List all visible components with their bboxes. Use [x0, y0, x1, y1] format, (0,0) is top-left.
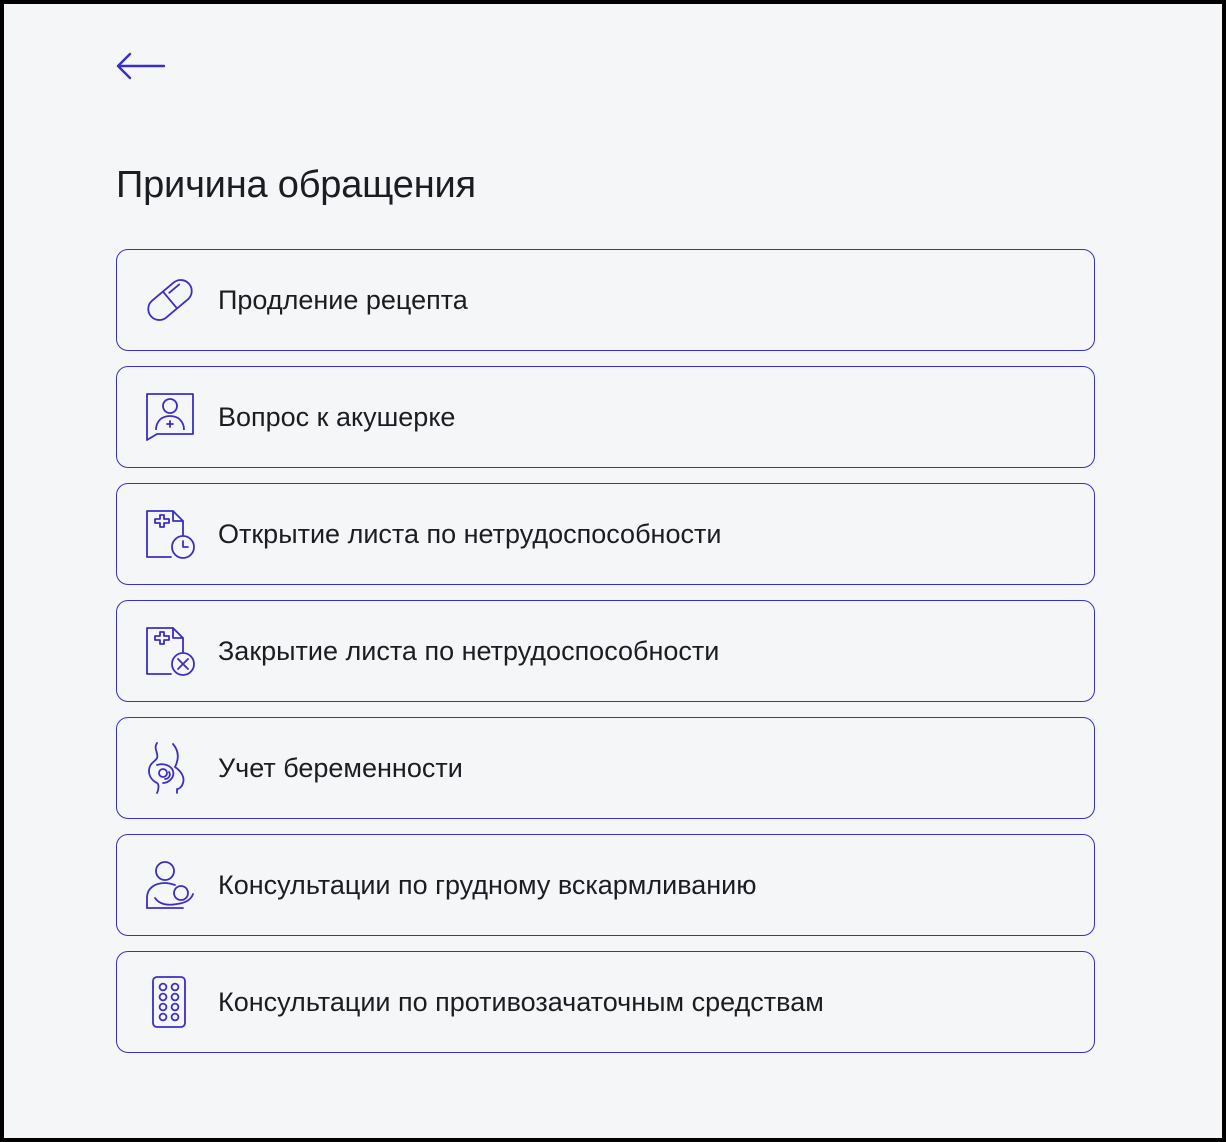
option-label: Закрытие листа по нетрудоспособности [218, 635, 720, 666]
page-title: Причина обращения [116, 164, 476, 206]
option-open-sick-leave[interactable]: Открытие листа по нетрудоспособности [116, 483, 1095, 585]
pregnancy-icon [143, 740, 199, 796]
sick-leave-open-icon [143, 506, 199, 562]
option-breastfeeding-consultation[interactable]: Консультации по грудному вскармливанию [116, 834, 1095, 936]
option-label: Консультации по грудному вскармливанию [218, 869, 757, 900]
pill-capsule-icon [143, 272, 199, 328]
option-pregnancy-registration[interactable]: Учет беременности [116, 717, 1095, 819]
sick-leave-close-icon [143, 623, 199, 679]
option-label: Вопрос к акушерке [218, 401, 456, 432]
option-midwife-question[interactable]: Вопрос к акушерке [116, 366, 1095, 468]
option-contraceptive-consultation[interactable]: Консультации по противозачаточным средст… [116, 951, 1095, 1053]
back-button[interactable] [114, 44, 174, 88]
option-label: Учет беременности [218, 752, 463, 783]
reason-options-list: Продление рецепта Вопрос к акушерке Откр… [116, 249, 1095, 1053]
arrow-left-icon [116, 52, 166, 80]
contraceptive-pills-icon [143, 974, 199, 1030]
breastfeeding-icon [143, 857, 199, 913]
option-prescription-renewal[interactable]: Продление рецепта [116, 249, 1095, 351]
option-close-sick-leave[interactable]: Закрытие листа по нетрудоспособности [116, 600, 1095, 702]
screen: Причина обращения Продление рецепта Вопр… [4, 4, 1222, 1138]
option-label: Консультации по противозачаточным средст… [218, 986, 824, 1017]
option-label: Открытие листа по нетрудоспособности [218, 518, 722, 549]
midwife-chat-icon [143, 389, 199, 445]
option-label: Продление рецепта [218, 284, 468, 315]
